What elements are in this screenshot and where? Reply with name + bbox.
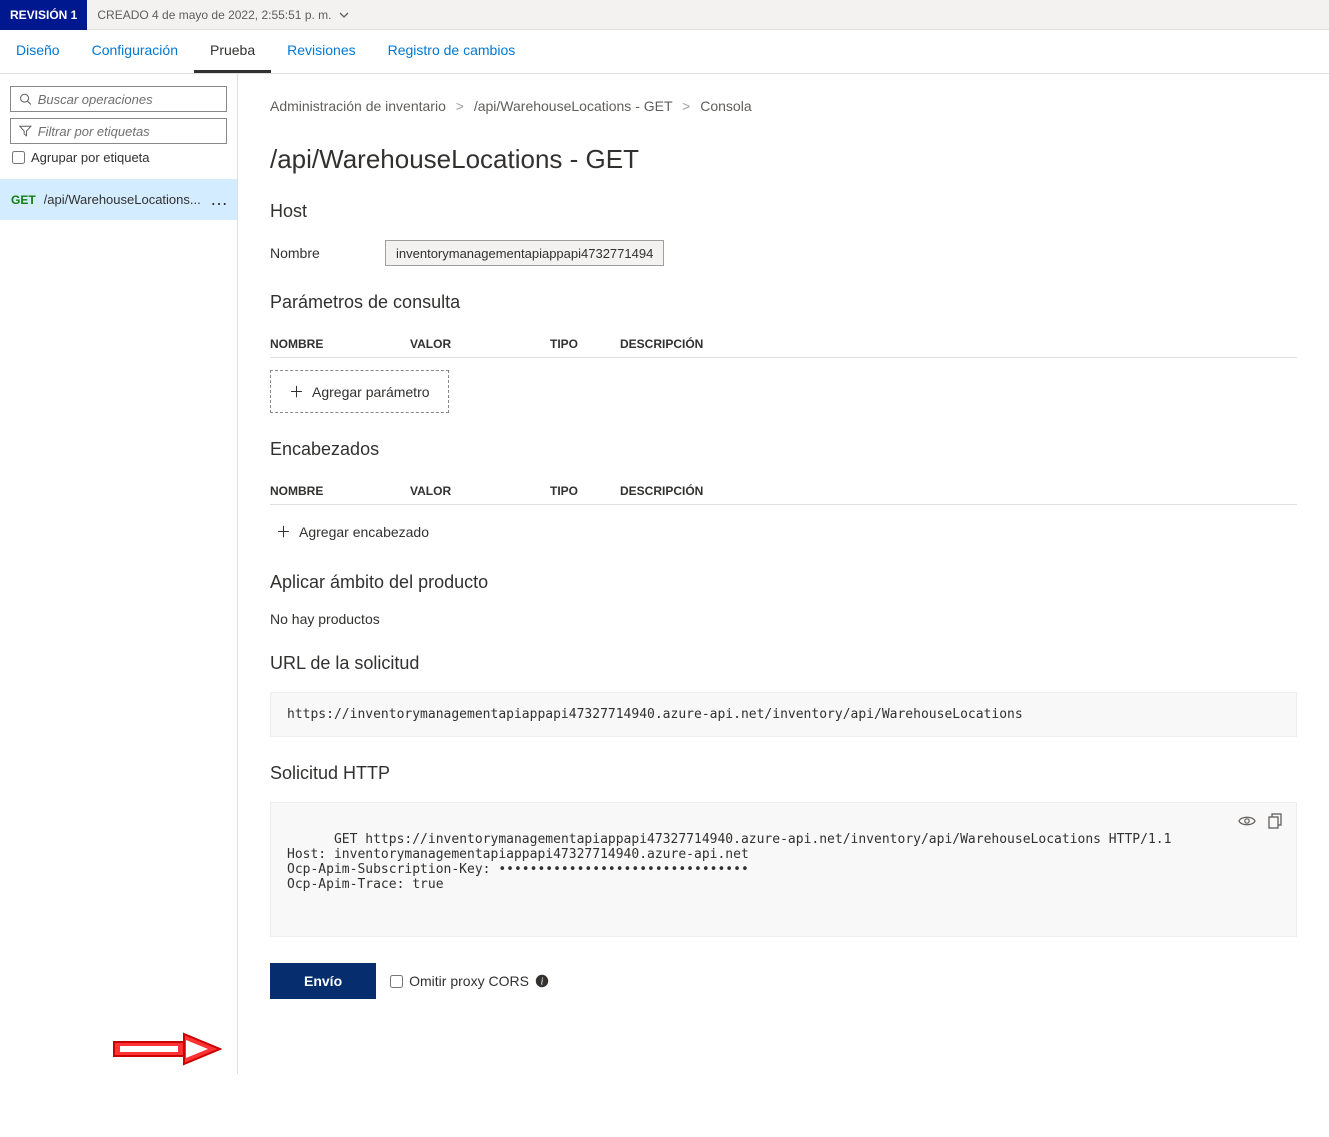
operation-item[interactable]: GET /api/WarehouseLocations... … — [0, 179, 237, 220]
tab-design[interactable]: Diseño — [0, 30, 76, 73]
section-query: Parámetros de consulta — [270, 292, 1297, 313]
th-value: VALOR — [410, 484, 550, 498]
breadcrumb-item[interactable]: /api/WarehouseLocations - GET — [474, 98, 672, 114]
revision-badge: REVISIÓN 1 — [0, 0, 87, 30]
headers-table-header: NOMBRE VALOR TIPO DESCRIPCIÓN — [270, 478, 1297, 505]
copy-icon[interactable] — [1268, 813, 1284, 829]
sidebar: Agrupar por etiqueta GET /api/WarehouseL… — [0, 74, 238, 1074]
plus-icon: ＋ — [276, 521, 291, 542]
th-name: NOMBRE — [270, 337, 410, 351]
filter-icon — [19, 124, 32, 138]
svg-text:i: i — [541, 977, 544, 988]
filter-input[interactable] — [38, 124, 218, 139]
info-icon[interactable]: i — [535, 974, 549, 988]
top-bar: REVISIÓN 1 CREADO 4 de mayo de 2022, 2:5… — [0, 0, 1329, 30]
send-button[interactable]: Envío — [270, 963, 376, 999]
created-text[interactable]: CREADO 4 de mayo de 2022, 2:55:51 p. m. — [87, 8, 349, 22]
search-box[interactable] — [10, 86, 227, 112]
add-parameter-button[interactable]: ＋ Agregar parámetro — [270, 370, 449, 413]
group-by-tag-row[interactable]: Agrupar por etiqueta — [12, 150, 227, 165]
add-header-button[interactable]: ＋ Agregar encabezado — [270, 517, 435, 546]
main-panel: Administración de inventario > /api/Ware… — [238, 74, 1329, 1074]
group-label: Agrupar por etiqueta — [31, 150, 150, 165]
http-request-box[interactable]: GET https://inventorymanagementapiappapi… — [270, 802, 1297, 937]
page-title: /api/WarehouseLocations - GET — [270, 144, 1297, 175]
add-param-label: Agregar parámetro — [312, 384, 430, 400]
tab-test[interactable]: Prueba — [194, 30, 271, 73]
th-value: VALOR — [410, 337, 550, 351]
host-name-value[interactable]: inventorymanagementapiappapi4732771494 — [385, 240, 664, 266]
section-url: URL de la solicitud — [270, 653, 1297, 674]
tab-revisions[interactable]: Revisiones — [271, 30, 371, 73]
filter-box[interactable] — [10, 118, 227, 144]
query-table-header: NOMBRE VALOR TIPO DESCRIPCIÓN — [270, 331, 1297, 358]
operation-menu-icon[interactable]: … — [210, 189, 229, 210]
section-headers: Encabezados — [270, 439, 1297, 460]
created-label: CREADO 4 de mayo de 2022, 2:55:51 p. m. — [97, 8, 331, 22]
no-products-text: No hay productos — [270, 611, 1297, 627]
cors-checkbox[interactable] — [390, 975, 403, 988]
group-checkbox[interactable] — [12, 151, 25, 164]
request-url-box[interactable]: https://inventorymanagementapiappapi4732… — [270, 692, 1297, 737]
search-input[interactable] — [38, 92, 218, 107]
breadcrumb: Administración de inventario > /api/Ware… — [270, 98, 1297, 114]
arrow-annotation — [112, 1030, 222, 1068]
th-type: TIPO — [550, 337, 620, 351]
operation-name: /api/WarehouseLocations... — [44, 192, 202, 207]
plus-icon: ＋ — [289, 381, 304, 402]
chevron-down-icon — [338, 9, 350, 21]
tabs: Diseño Configuración Prueba Revisiones R… — [0, 30, 1329, 74]
host-name-label: Nombre — [270, 245, 385, 261]
th-type: TIPO — [550, 484, 620, 498]
th-name: NOMBRE — [270, 484, 410, 498]
tab-changelog[interactable]: Registro de cambios — [372, 30, 532, 73]
th-desc: DESCRIPCIÓN — [620, 484, 1297, 498]
http-request-text: GET https://inventorymanagementapiappapi… — [287, 832, 1171, 892]
cors-label: Omitir proxy CORS — [409, 973, 529, 989]
th-desc: DESCRIPCIÓN — [620, 337, 1297, 351]
breadcrumb-item: Consola — [700, 98, 751, 114]
eye-icon[interactable] — [1238, 813, 1256, 829]
breadcrumb-item[interactable]: Administración de inventario — [270, 98, 446, 114]
tab-config[interactable]: Configuración — [76, 30, 194, 73]
operation-method: GET — [11, 193, 36, 207]
section-http: Solicitud HTTP — [270, 763, 1297, 784]
add-header-label: Agregar encabezado — [299, 524, 429, 540]
search-icon — [19, 92, 32, 106]
section-host: Host — [270, 201, 1297, 222]
section-scope: Aplicar ámbito del producto — [270, 572, 1297, 593]
